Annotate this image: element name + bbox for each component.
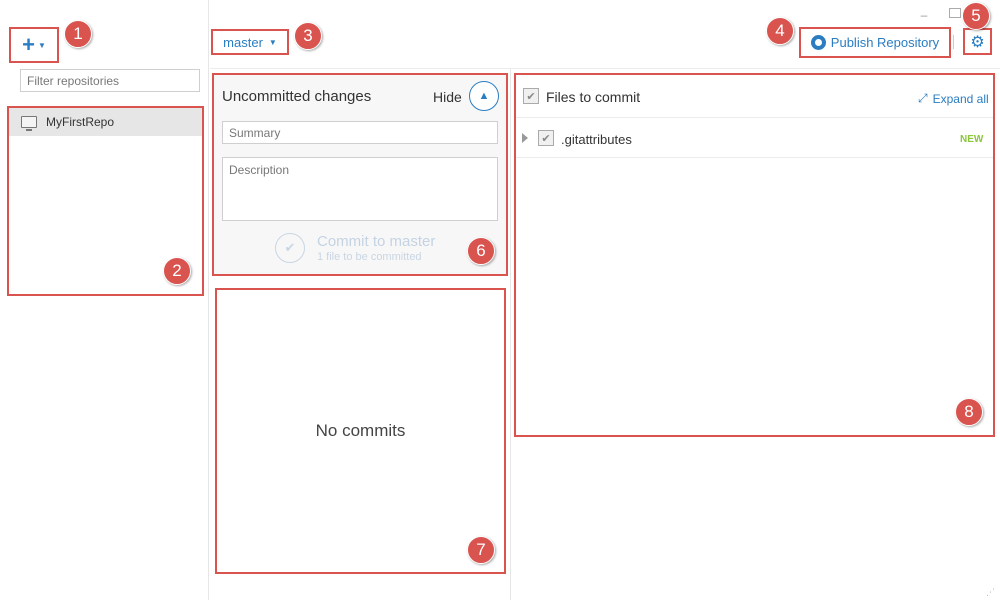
empty-history-text: No commits xyxy=(315,421,406,440)
hide-link[interactable]: Hide xyxy=(433,89,462,105)
resize-grip-icon[interactable]: ⋰ xyxy=(986,587,995,598)
files-header-label: Files to commit xyxy=(546,89,641,105)
expand-arrow-icon[interactable] xyxy=(522,133,528,143)
select-all-checkbox[interactable]: ✔ xyxy=(523,88,539,104)
chevron-up-icon: ▲ xyxy=(478,90,490,102)
pane-divider[interactable] xyxy=(510,69,511,600)
callout-marker: 8 xyxy=(955,398,983,426)
callout-marker: 4 xyxy=(766,17,794,45)
monitor-icon xyxy=(21,116,37,131)
minimize-button[interactable]: – xyxy=(917,8,931,22)
commit-label[interactable]: Commit to master xyxy=(317,233,435,250)
commit-file-count: 1 file to be committed xyxy=(317,251,422,263)
callout-marker: 1 xyxy=(64,20,92,48)
callout-marker: 7 xyxy=(467,536,495,564)
maximize-button[interactable] xyxy=(949,8,961,18)
collapse-button[interactable]: ▲ xyxy=(469,81,499,111)
repository-name: MyFirstRepo xyxy=(46,115,115,129)
file-checkbox[interactable]: ✔ xyxy=(538,130,554,146)
callout-marker: 5 xyxy=(962,2,990,30)
files-divider xyxy=(516,117,993,118)
checkmark-icon: ✔ xyxy=(284,240,296,255)
settings-button[interactable]: ⚙ xyxy=(963,28,992,55)
files-divider xyxy=(516,157,993,158)
toolbar-divider xyxy=(953,35,954,49)
checkmark-icon: ✔ xyxy=(541,132,551,145)
branch-selector[interactable]: master ▼ xyxy=(211,29,289,55)
file-status-badge: NEW xyxy=(960,134,984,145)
chevron-down-icon: ▼ xyxy=(37,40,46,50)
callout-marker: 6 xyxy=(467,237,495,265)
files-to-commit-panel: ✔ Files to commit ⤢ Expand all ✔ .gitatt… xyxy=(514,73,995,437)
expand-all-label: Expand all xyxy=(932,91,989,106)
github-icon xyxy=(810,35,826,50)
publish-label: Publish Repository xyxy=(830,35,940,50)
plus-icon: + xyxy=(22,32,35,57)
callout-marker: 2 xyxy=(163,257,191,285)
publish-repository-button[interactable]: Publish Repository xyxy=(799,27,951,58)
add-repository-button[interactable]: + ▼ xyxy=(9,27,59,63)
expand-all-button[interactable]: ⤢ Expand all xyxy=(918,91,989,106)
gear-icon: ⚙ xyxy=(970,33,985,51)
checkmark-icon: ✔ xyxy=(526,90,536,103)
chevron-down-icon: ▼ xyxy=(268,37,277,47)
file-row[interactable]: ✔ .gitattributes NEW xyxy=(516,120,993,157)
filter-repositories-input[interactable] xyxy=(20,69,200,92)
commit-history-panel: No commits xyxy=(215,288,506,574)
file-name: .gitattributes xyxy=(561,132,632,147)
repository-item[interactable]: MyFirstRepo xyxy=(9,108,202,136)
expand-icon: ⤢ xyxy=(918,91,928,105)
toolbar-divider-line xyxy=(210,68,1000,69)
commit-button[interactable]: ✔ xyxy=(275,233,305,263)
uncommitted-changes-panel: Uncommitted changes Hide ▲ ✔ Commit to m… xyxy=(212,73,508,276)
description-input[interactable] xyxy=(222,157,498,221)
branch-name: master xyxy=(223,34,263,50)
callout-marker: 3 xyxy=(294,22,322,50)
panel-title: Uncommitted changes xyxy=(222,88,372,105)
summary-input[interactable] xyxy=(222,121,498,144)
